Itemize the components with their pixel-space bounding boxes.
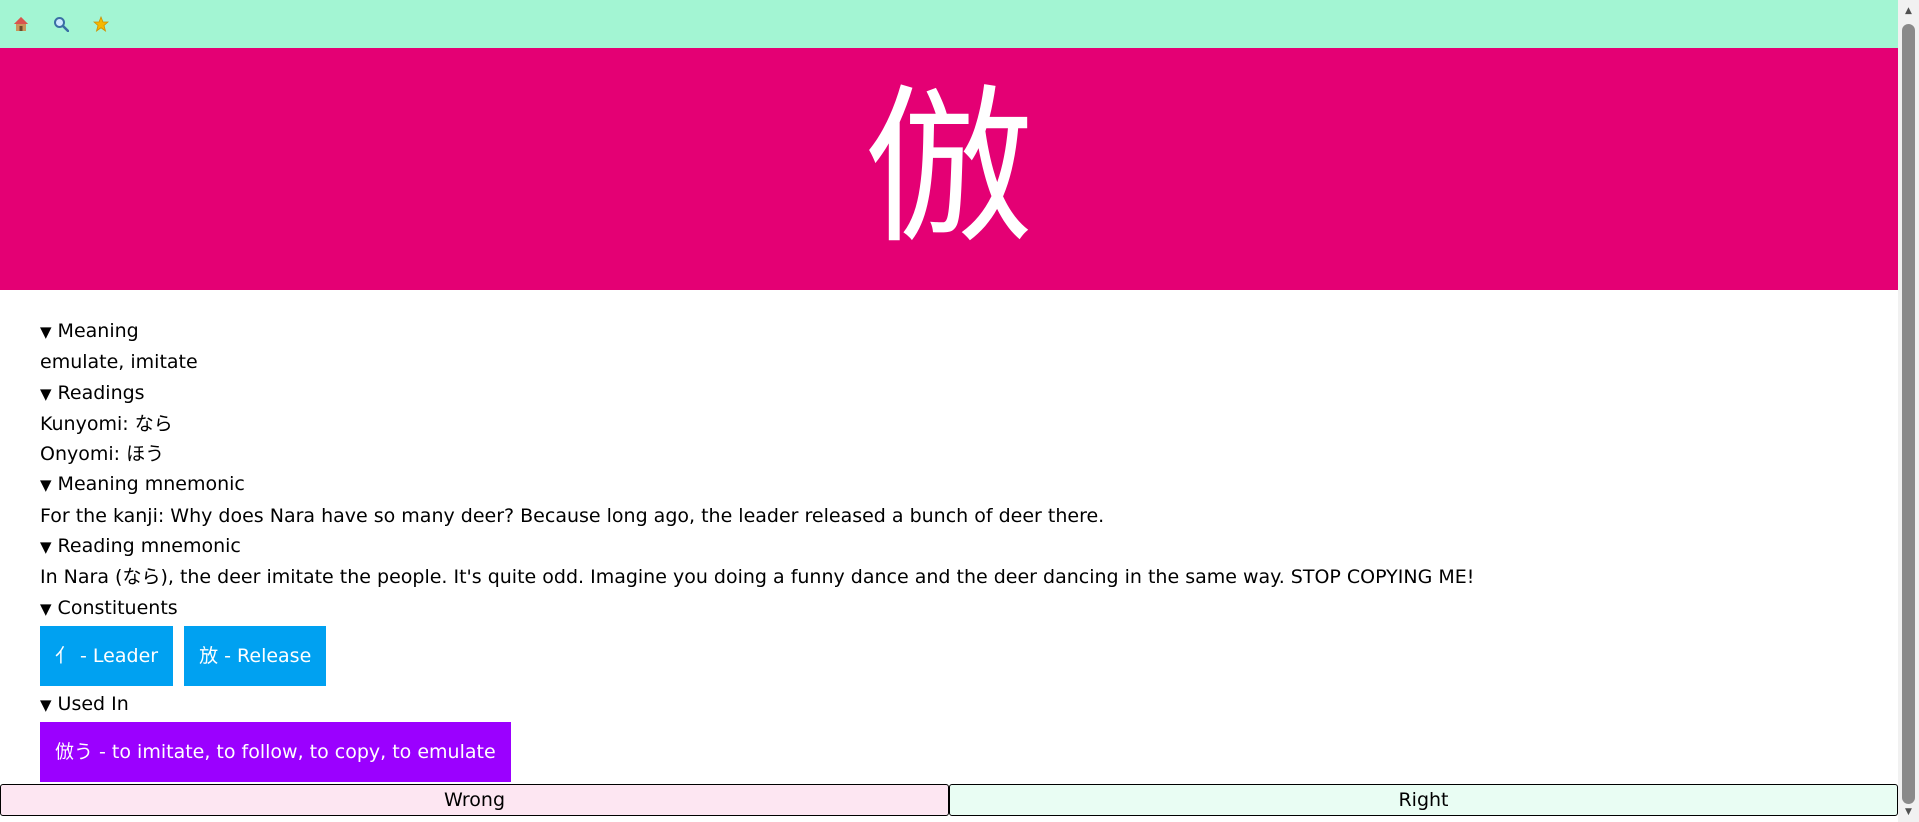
vocab-button[interactable]: 倣う - to imitate, to follow, to copy, to … xyxy=(40,722,511,783)
constituents-summary[interactable]: ▼ Constituents xyxy=(40,593,1858,624)
expand-triangle-icon: ▼ xyxy=(40,323,52,341)
meaning-value: emulate, imitate xyxy=(40,351,198,374)
meaning-mnemonic-label: Meaning mnemonic xyxy=(57,473,245,496)
used-in-list: 倣う - to imitate, to follow, to copy, to … xyxy=(40,722,1858,783)
meaning-mnemonic-text: For the kanji: Why does Nara have so man… xyxy=(40,504,1105,527)
home-icon[interactable] xyxy=(12,15,30,33)
wrong-button[interactable]: Wrong xyxy=(0,784,949,816)
search-icon[interactable] xyxy=(52,15,70,33)
constituent-button-release[interactable]: 放 - Release xyxy=(184,625,327,686)
meaning-summary[interactable]: ▼ Meaning xyxy=(40,316,1858,347)
scroll-up-icon[interactable]: ▲ xyxy=(1898,2,1919,19)
reading-mnemonic-label: Reading mnemonic xyxy=(57,535,241,558)
readings-summary[interactable]: ▼ Readings xyxy=(40,378,1858,409)
vertical-scrollbar[interactable]: ▲ ▼ xyxy=(1898,0,1919,822)
meaning-mnemonic-summary[interactable]: ▼ Meaning mnemonic xyxy=(40,469,1858,500)
toolbar xyxy=(0,0,1898,48)
expand-triangle-icon: ▼ xyxy=(40,538,52,557)
page: 倣 ▼ Meaning emulate, imitate ▼ Readings Ku… xyxy=(0,0,1898,822)
meaning-label: Meaning xyxy=(57,320,139,342)
kanji-character: 倣 xyxy=(863,70,1034,268)
expand-triangle-icon: ▼ xyxy=(40,384,52,403)
reading-mnemonic-text: In Nara (なら), the deer imitate the peopl… xyxy=(40,566,1475,589)
scrollbar-thumb[interactable] xyxy=(1902,24,1915,804)
readings-label: Readings xyxy=(57,381,145,404)
kunyomi-reading: Kunyomi: なら xyxy=(40,412,173,435)
constituent-button-leader[interactable]: 亻 - Leader xyxy=(40,625,174,686)
onyomi-reading: Onyomi: ほう xyxy=(40,443,165,466)
details: ▼ Meaning emulate, imitate ▼ Readings Kuny… xyxy=(0,290,1898,783)
expand-triangle-icon: ▼ xyxy=(40,476,52,495)
constituents-list: 亻 - Leader 放 - Release xyxy=(40,625,1858,686)
right-button[interactable]: Right xyxy=(949,784,1898,816)
kanji-display: 倣 xyxy=(0,48,1898,290)
scroll-down-icon[interactable]: ▼ xyxy=(1898,803,1919,820)
expand-triangle-icon: ▼ xyxy=(40,599,52,618)
expand-triangle-icon: ▼ xyxy=(40,695,52,714)
constituents-label: Constituents xyxy=(57,596,178,619)
used-in-label: Used In xyxy=(57,692,129,715)
used-in-summary[interactable]: ▼ Used In xyxy=(40,689,1858,720)
answer-bar: Wrong Right xyxy=(0,784,1898,816)
star-icon[interactable] xyxy=(92,15,110,33)
reading-mnemonic-summary[interactable]: ▼ Reading mnemonic xyxy=(40,531,1858,562)
